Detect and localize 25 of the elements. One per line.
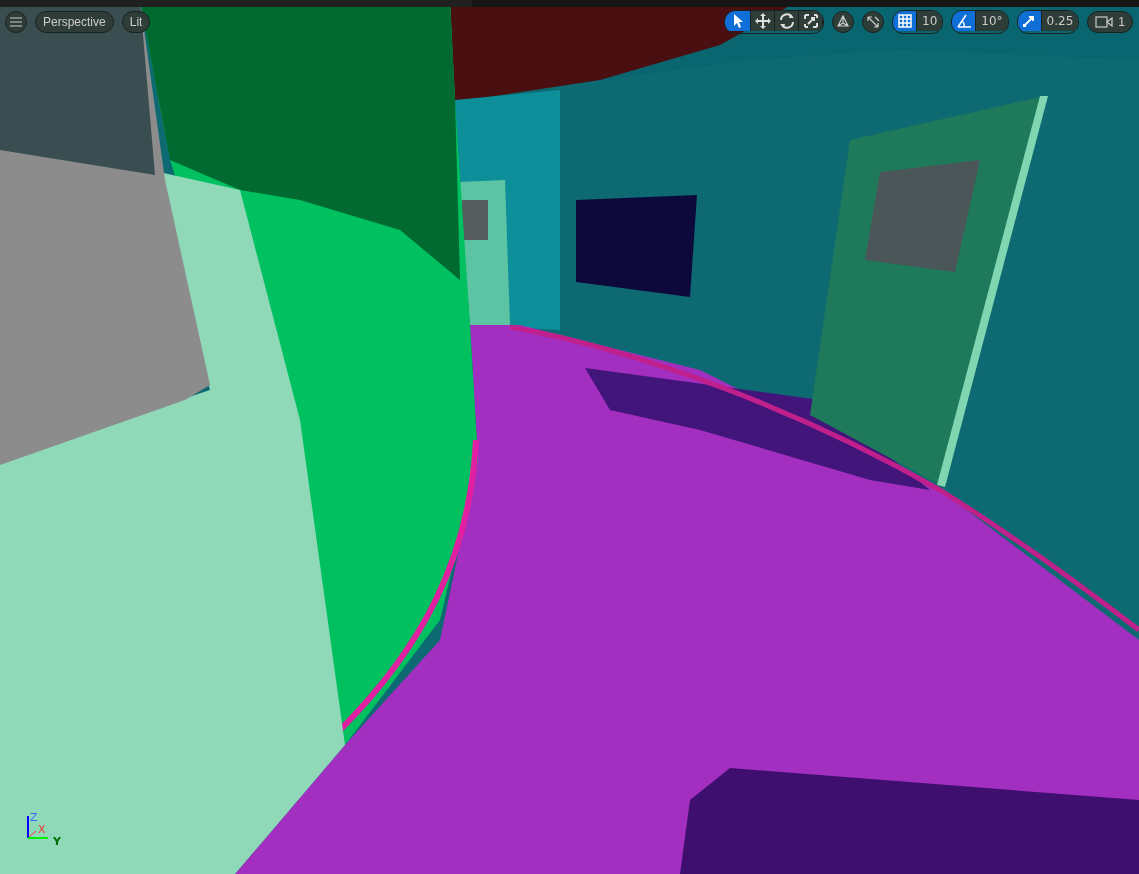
grid-snap-value[interactable]: 10 (917, 11, 943, 31)
angle-snap-value[interactable]: 10° (976, 11, 1008, 31)
z-axis-label: Z (30, 812, 38, 823)
view-mode-button[interactable]: Perspective (35, 11, 114, 33)
menu-icon (10, 17, 22, 27)
cube-node-icon (835, 14, 852, 30)
camera-icon (1095, 15, 1114, 29)
axes-icon (865, 14, 882, 30)
camera-speed-button[interactable]: 1 (1087, 11, 1133, 33)
move-arrows-icon (753, 12, 772, 30)
axis-gizmo-drawing (27, 815, 49, 839)
rotate-tool-button[interactable] (775, 11, 800, 31)
grid-snap-toggle[interactable] (893, 11, 918, 31)
angle-icon (954, 12, 973, 30)
x-axis-label: X (38, 824, 46, 835)
scale-snap-toggle[interactable] (1017, 11, 1042, 31)
grid-icon (895, 12, 914, 30)
select-tool-button[interactable] (725, 11, 752, 31)
y-axis-label: Y (53, 836, 61, 847)
scale-snap-value[interactable]: 0.25 (1041, 11, 1079, 31)
angle-snap-toggle[interactable] (952, 11, 977, 31)
scale-tool-button[interactable] (799, 11, 824, 31)
scale-icon (801, 12, 820, 30)
rotate-icon (777, 12, 796, 30)
move-tool-button[interactable] (751, 11, 776, 31)
